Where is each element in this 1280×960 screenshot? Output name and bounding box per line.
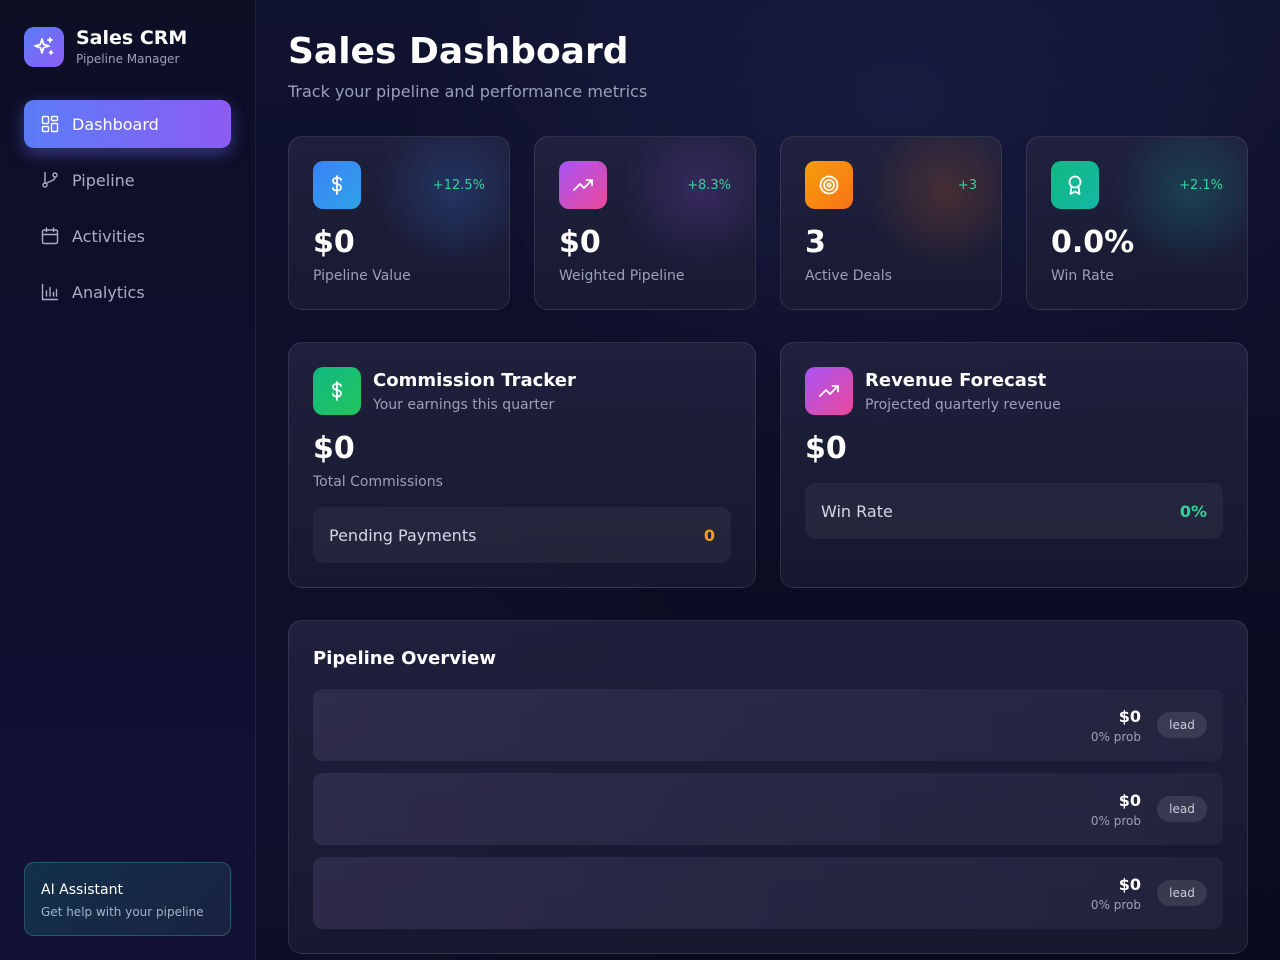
brand-title: Sales CRM	[76, 27, 188, 49]
sidebar-item-label: Dashboard	[72, 114, 159, 134]
pending-payments-value: 0	[703, 525, 715, 545]
sidebar-nav: Dashboard Pipeline Activities Analytics	[24, 100, 231, 324]
dollar-icon	[313, 367, 361, 415]
stat-label: Weighted Pipeline	[559, 268, 685, 284]
stat-value: 0.0%	[1051, 225, 1135, 260]
bar-chart-icon	[40, 282, 60, 302]
stage-badge: lead	[1157, 712, 1207, 738]
trending-up-icon	[559, 161, 607, 209]
deal-amount: $0	[1118, 875, 1141, 894]
card-glow	[369, 137, 509, 277]
stat-change: +12.5%	[432, 178, 485, 193]
pipeline-row[interactable]: $0 0% prob lead	[313, 689, 1223, 761]
trending-up-icon	[805, 367, 853, 415]
grid-icon	[40, 114, 60, 134]
sidebar-item-label: Activities	[72, 226, 145, 246]
deal-amount: $0	[1118, 707, 1141, 726]
sidebar-item-label: Pipeline	[72, 170, 135, 190]
sidebar: Sales CRM Pipeline Manager Dashboard Pip…	[0, 0, 256, 960]
pipeline-overview-title: Pipeline Overview	[313, 648, 496, 669]
target-icon	[805, 161, 853, 209]
pipeline-row[interactable]: $0 0% prob lead	[313, 857, 1223, 929]
deal-probability: 0% prob	[1090, 898, 1141, 912]
card-glow	[861, 137, 1001, 277]
stat-card-win-rate: +2.1% 0.0% Win Rate	[1026, 136, 1248, 310]
stat-label: Pipeline Value	[313, 268, 411, 284]
stat-value: $0	[559, 225, 601, 260]
ai-assistant-subtitle: Get help with your pipeline	[41, 905, 204, 919]
award-icon	[1051, 161, 1099, 209]
total-commissions-label: Total Commissions	[313, 474, 443, 490]
git-branch-icon	[40, 170, 60, 190]
revenue-forecast-card: Revenue Forecast Projected quarterly rev…	[780, 342, 1248, 588]
brand-subtitle: Pipeline Manager	[76, 52, 180, 66]
deal-probability: 0% prob	[1090, 730, 1141, 744]
sidebar-item-pipeline[interactable]: Pipeline	[24, 156, 231, 204]
card-title: Revenue Forecast	[865, 370, 1047, 391]
stat-change: +8.3%	[687, 178, 731, 193]
deal-probability: 0% prob	[1090, 814, 1141, 828]
sidebar-item-dashboard[interactable]: Dashboard	[24, 100, 231, 148]
pending-payments-row: Pending Payments 0	[313, 507, 731, 563]
pending-payments-label: Pending Payments	[329, 525, 477, 545]
ai-assistant-title: AI Assistant	[41, 882, 123, 898]
page-subtitle: Track your pipeline and performance metr…	[288, 82, 648, 101]
card-subtitle: Projected quarterly revenue	[865, 397, 1061, 413]
brand[interactable]: Sales CRM Pipeline Manager	[24, 26, 187, 67]
ai-assistant-card[interactable]: AI Assistant Get help with your pipeline	[24, 862, 231, 936]
stat-label: Win Rate	[1051, 268, 1114, 284]
pipeline-row[interactable]: $0 0% prob lead	[313, 773, 1223, 845]
total-commissions-value: $0	[313, 431, 355, 466]
card-subtitle: Your earnings this quarter	[373, 397, 555, 413]
dollar-icon	[313, 161, 361, 209]
sidebar-item-label: Analytics	[72, 282, 145, 302]
forecast-value: $0	[805, 431, 847, 466]
deal-amount: $0	[1118, 791, 1141, 810]
stat-card-weighted-pipeline: +8.3% $0 Weighted Pipeline	[534, 136, 756, 310]
stage-badge: lead	[1157, 796, 1207, 822]
stat-change: +3	[957, 178, 977, 193]
stage-badge: lead	[1157, 880, 1207, 906]
stat-value: $0	[313, 225, 355, 260]
pipeline-overview-card: Pipeline Overview $0 0% prob lead $0 0% …	[288, 620, 1248, 954]
calendar-icon	[40, 226, 60, 246]
stat-label: Active Deals	[805, 268, 892, 284]
win-rate-row: Win Rate 0%	[805, 483, 1223, 539]
stat-change: +2.1%	[1179, 178, 1223, 193]
page-title: Sales Dashboard	[288, 31, 629, 72]
stat-value: 3	[805, 225, 826, 260]
card-title: Commission Tracker	[373, 370, 576, 391]
win-rate-label: Win Rate	[821, 501, 893, 521]
sparkles-icon	[24, 26, 64, 67]
win-rate-value: 0%	[1179, 501, 1207, 521]
commission-tracker-card: Commission Tracker Your earnings this qu…	[288, 342, 756, 588]
sidebar-item-analytics[interactable]: Analytics	[24, 268, 231, 316]
stat-card-pipeline-value: +12.5% $0 Pipeline Value	[288, 136, 510, 310]
card-glow	[615, 137, 755, 277]
sidebar-item-activities[interactable]: Activities	[24, 212, 231, 260]
stat-card-active-deals: +3 3 Active Deals	[780, 136, 1002, 310]
